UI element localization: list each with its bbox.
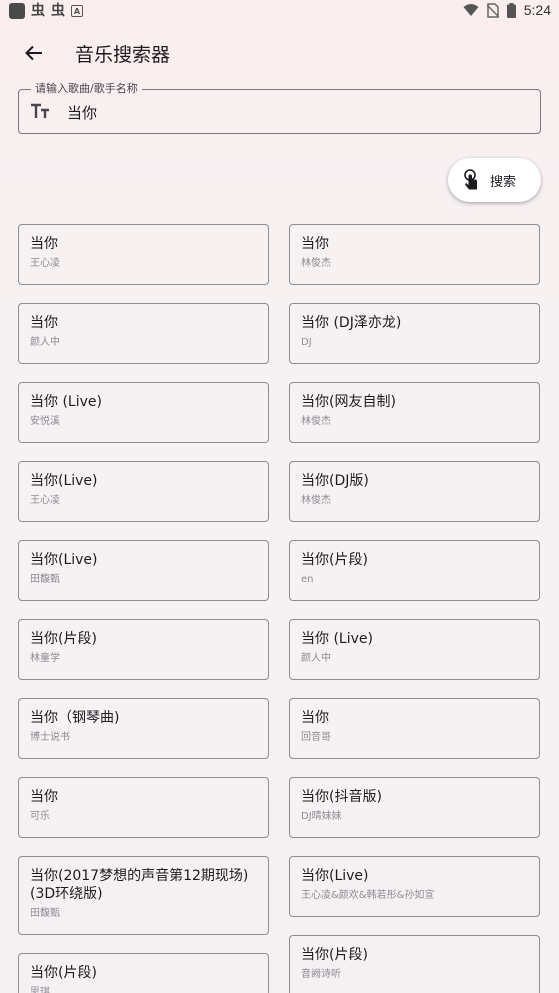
result-card[interactable]: 当你(片段) en (289, 540, 540, 601)
song-title: 当你（钢琴曲) (30, 710, 120, 726)
search-button-label: 搜索 (490, 174, 517, 190)
search-input-label: 请输入歌曲/歌手名称 (31, 82, 142, 96)
song-artist: 王心凌&颜欢&韩若彤&孙如宣 (301, 890, 435, 901)
search-button[interactable]: 搜索 (448, 158, 541, 202)
status-right: 5:24 (463, 2, 551, 18)
wifi-icon (463, 4, 479, 16)
song-title: 当你(抖音版) (301, 789, 382, 805)
back-button[interactable] (20, 39, 48, 67)
result-card[interactable]: 当你(Live) 王心凌&颜欢&韩若彤&孙如宣 (289, 856, 540, 917)
result-card[interactable]: 当你（钢琴曲) 博士说书 (18, 698, 269, 759)
song-artist: 博士说书 (30, 732, 70, 743)
status-left: 虫 虫 A (9, 3, 83, 19)
song-title: 当你(片段) (30, 965, 97, 981)
song-artist: 田馥甄 (30, 908, 60, 919)
result-card[interactable]: 当你 回音哥 (289, 698, 540, 759)
result-card[interactable]: 当你 王心凌 (18, 224, 269, 285)
result-card[interactable]: 当你 (DJ泽亦龙) DJ (289, 303, 540, 364)
result-card[interactable]: 当你 (Live) 安悦溪 (18, 382, 269, 443)
song-artist: 王心凌 (30, 495, 60, 506)
song-title: 当你 (301, 236, 329, 252)
song-artist: DJ (301, 337, 312, 348)
song-title: 当你(片段) (30, 631, 97, 647)
song-artist: 回音哥 (301, 732, 331, 743)
song-title: 当你 (Live) (301, 631, 373, 647)
song-title: 当你(Live) (30, 552, 98, 568)
song-title: 当你(Live) (301, 868, 369, 884)
song-artist: DJ晴妹妹 (301, 811, 342, 822)
song-title: 当你(DJ版) (301, 473, 369, 489)
song-artist: 林俊杰 (301, 258, 331, 269)
result-card[interactable]: 当你(片段) 音阙诗听 (289, 935, 540, 993)
no-sim-icon (486, 2, 499, 18)
result-card[interactable]: 当你(Live) 王心凌 (18, 461, 269, 522)
song-artist: 可乐 (30, 811, 50, 822)
song-artist: en (301, 574, 314, 585)
song-title: 当你 (Live) (30, 394, 102, 410)
song-artist: 思琪 (30, 987, 50, 993)
a-notification-icon: A (71, 5, 83, 17)
song-title: 当你(Live) (30, 473, 98, 489)
touch-icon (464, 169, 477, 190)
song-title: 当你(片段) (301, 552, 368, 568)
song-artist: 田馥甄 (30, 574, 60, 585)
app-notification-icon (9, 3, 25, 19)
song-artist: 林童学 (30, 653, 60, 664)
result-card[interactable]: 当你 颜人中 (18, 303, 269, 364)
song-artist: 安悦溪 (30, 416, 60, 427)
song-title: 当你(网友自制) (301, 394, 396, 410)
result-card[interactable]: 当你(片段) 林童学 (18, 619, 269, 680)
result-card[interactable]: 当你(抖音版) DJ晴妹妹 (289, 777, 540, 838)
result-card[interactable]: 当你(网友自制) 林俊杰 (289, 382, 540, 443)
song-title: 当你 (30, 789, 58, 805)
arrow-left-icon (25, 45, 42, 61)
result-card[interactable]: 当你(片段) 思琪 (18, 953, 269, 993)
song-artist: 王心凌 (30, 258, 60, 269)
status-bar: 虫 虫 A 5:24 (0, 0, 559, 24)
song-artist: 颜人中 (30, 337, 60, 348)
result-card[interactable]: 当你(2017梦想的声音第12期现场)(3D环绕版) 田馥甄 (18, 856, 269, 935)
result-card[interactable]: 当你 林俊杰 (289, 224, 540, 285)
result-card[interactable]: 当你 (Live) 颜人中 (289, 619, 540, 680)
song-artist: 音阙诗听 (301, 969, 341, 980)
text-size-icon (31, 103, 49, 118)
song-title: 当你 (30, 236, 58, 252)
clock: 5:24 (523, 2, 551, 18)
song-artist: 颜人中 (301, 653, 331, 664)
song-title: 当你(片段) (301, 947, 368, 963)
search-input-value[interactable]: 当你 (67, 102, 97, 123)
battery-icon (506, 2, 516, 18)
song-title: 当你 (30, 315, 58, 331)
song-title: 当你 (301, 710, 329, 726)
search-input[interactable]: 请输入歌曲/歌手名称 当你 (18, 82, 541, 134)
result-card[interactable]: 当你 可乐 (18, 777, 269, 838)
result-card[interactable]: 当你(Live) 田馥甄 (18, 540, 269, 601)
song-artist: 林俊杰 (301, 416, 331, 427)
result-card[interactable]: 当你(DJ版) 林俊杰 (289, 461, 540, 522)
app-bar: 音乐搜索器 (0, 30, 559, 76)
song-artist: 林俊杰 (301, 495, 331, 506)
song-title: 当你(2017梦想的声音第12期现场)(3D环绕版) (30, 868, 249, 902)
song-title: 当你 (DJ泽亦龙) (301, 315, 402, 331)
bug-notification-icon: 虫 (51, 3, 65, 19)
page-title: 音乐搜索器 (75, 44, 171, 66)
bug-notification-icon: 虫 (31, 3, 45, 19)
